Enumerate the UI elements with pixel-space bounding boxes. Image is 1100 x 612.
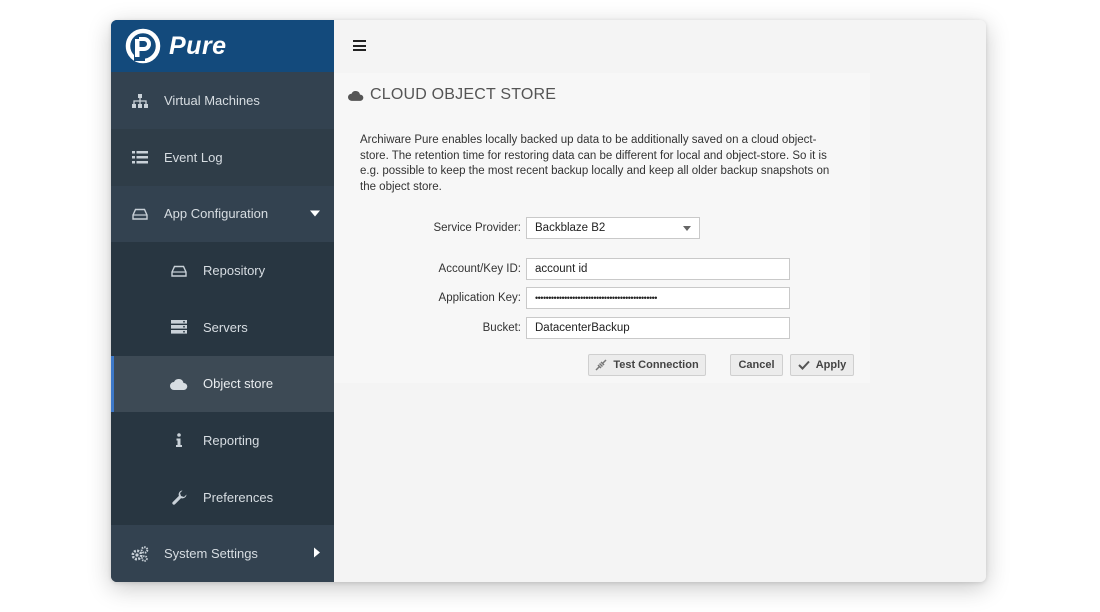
pure-logo-icon: [125, 28, 161, 64]
account-key-input[interactable]: account id: [526, 258, 790, 280]
caret-right-icon: [314, 547, 320, 560]
sidebar-item-label: Event Log: [164, 149, 223, 165]
sidebar-item-label: System Settings: [164, 546, 258, 562]
application-key-label: Application Key:: [438, 292, 521, 304]
hamburger-icon[interactable]: [353, 40, 366, 51]
sidebar-item-preferences[interactable]: Preferences: [111, 468, 334, 526]
sitemap-icon: [131, 92, 149, 110]
cloud-icon: [348, 90, 364, 101]
sidebar-item-label: Virtual Machines: [164, 93, 260, 109]
sidebar-item-label: App Configuration: [164, 206, 269, 222]
object-store-panel: CLOUD OBJECT STORE Archiware Pure enable…: [334, 73, 870, 383]
server-icon: [170, 318, 188, 336]
account-key-label: Account/Key ID:: [438, 263, 521, 275]
application-key-row: Application Key: •••••••••••••••••••••••…: [361, 287, 790, 309]
service-provider-value: Backblaze B2: [535, 222, 606, 234]
apply-label: Apply: [815, 359, 847, 371]
check-icon: [798, 360, 810, 370]
sidebar-item-object-store[interactable]: Object store: [111, 355, 334, 413]
sidebar-item-app-configuration[interactable]: App Configuration: [111, 185, 334, 243]
sidebar-item-event-log[interactable]: Event Log: [111, 129, 334, 186]
caret-down-icon: [310, 208, 320, 219]
sidebar-item-label: Servers: [203, 319, 248, 335]
apply-button[interactable]: Apply: [790, 354, 854, 376]
bucket-row: Bucket: DatacenterBackup: [361, 317, 790, 339]
wrench-icon: [170, 488, 188, 506]
account-key-row: Account/Key ID: account id: [361, 258, 790, 280]
logo-bar: Pure: [111, 20, 334, 73]
description-text: Archiware Pure enables locally backed up…: [360, 134, 830, 193]
sidebar-item-label: Preferences: [203, 489, 274, 505]
plug-icon: [595, 359, 607, 371]
bucket-label: Bucket:: [482, 322, 521, 334]
service-provider-select[interactable]: Backblaze B2: [526, 217, 700, 239]
sidebar-item-system-settings[interactable]: System Settings: [111, 525, 334, 582]
sidebar-item-reporting[interactable]: Reporting: [111, 412, 334, 469]
sidebar-item-label: Reporting: [203, 432, 260, 448]
drive-icon: [131, 205, 149, 223]
page-title-text: CLOUD OBJECT STORE: [370, 86, 557, 103]
sidebar: Pure Virtual Machines Event Log App Conf…: [111, 20, 334, 582]
chevron-down-icon: [683, 225, 691, 231]
sidebar-item-label: Object store: [203, 376, 274, 392]
page-title: CLOUD OBJECT STORE: [348, 86, 556, 104]
sidebar-item-repository[interactable]: Repository: [111, 242, 334, 299]
sidebar-item-label: Repository: [203, 263, 266, 279]
cogs-icon: [131, 545, 149, 563]
service-provider-row: Service Provider: Backblaze B2: [361, 217, 700, 239]
cancel-label: Cancel: [738, 359, 775, 371]
brand-name: Pure: [169, 31, 227, 60]
sidebar-item-virtual-machines[interactable]: Virtual Machines: [111, 72, 334, 130]
cancel-button[interactable]: Cancel: [730, 354, 783, 376]
app-window: Pure Virtual Machines Event Log App Conf…: [111, 20, 986, 582]
drive-icon: [170, 262, 188, 280]
sidebar-item-servers[interactable]: Servers: [111, 298, 334, 356]
info-icon: [170, 431, 188, 449]
list-icon: [131, 148, 149, 166]
service-provider-label: Service Provider:: [433, 222, 521, 234]
test-connection-button[interactable]: Test Connection: [588, 354, 706, 376]
test-connection-label: Test Connection: [613, 359, 699, 371]
bucket-input[interactable]: DatacenterBackup: [526, 317, 790, 339]
main-content: CLOUD OBJECT STORE Archiware Pure enable…: [334, 20, 986, 582]
cloud-icon: [170, 375, 188, 393]
application-key-input[interactable]: ••••••••••••••••••••••••••••••••••••••••…: [526, 287, 790, 309]
